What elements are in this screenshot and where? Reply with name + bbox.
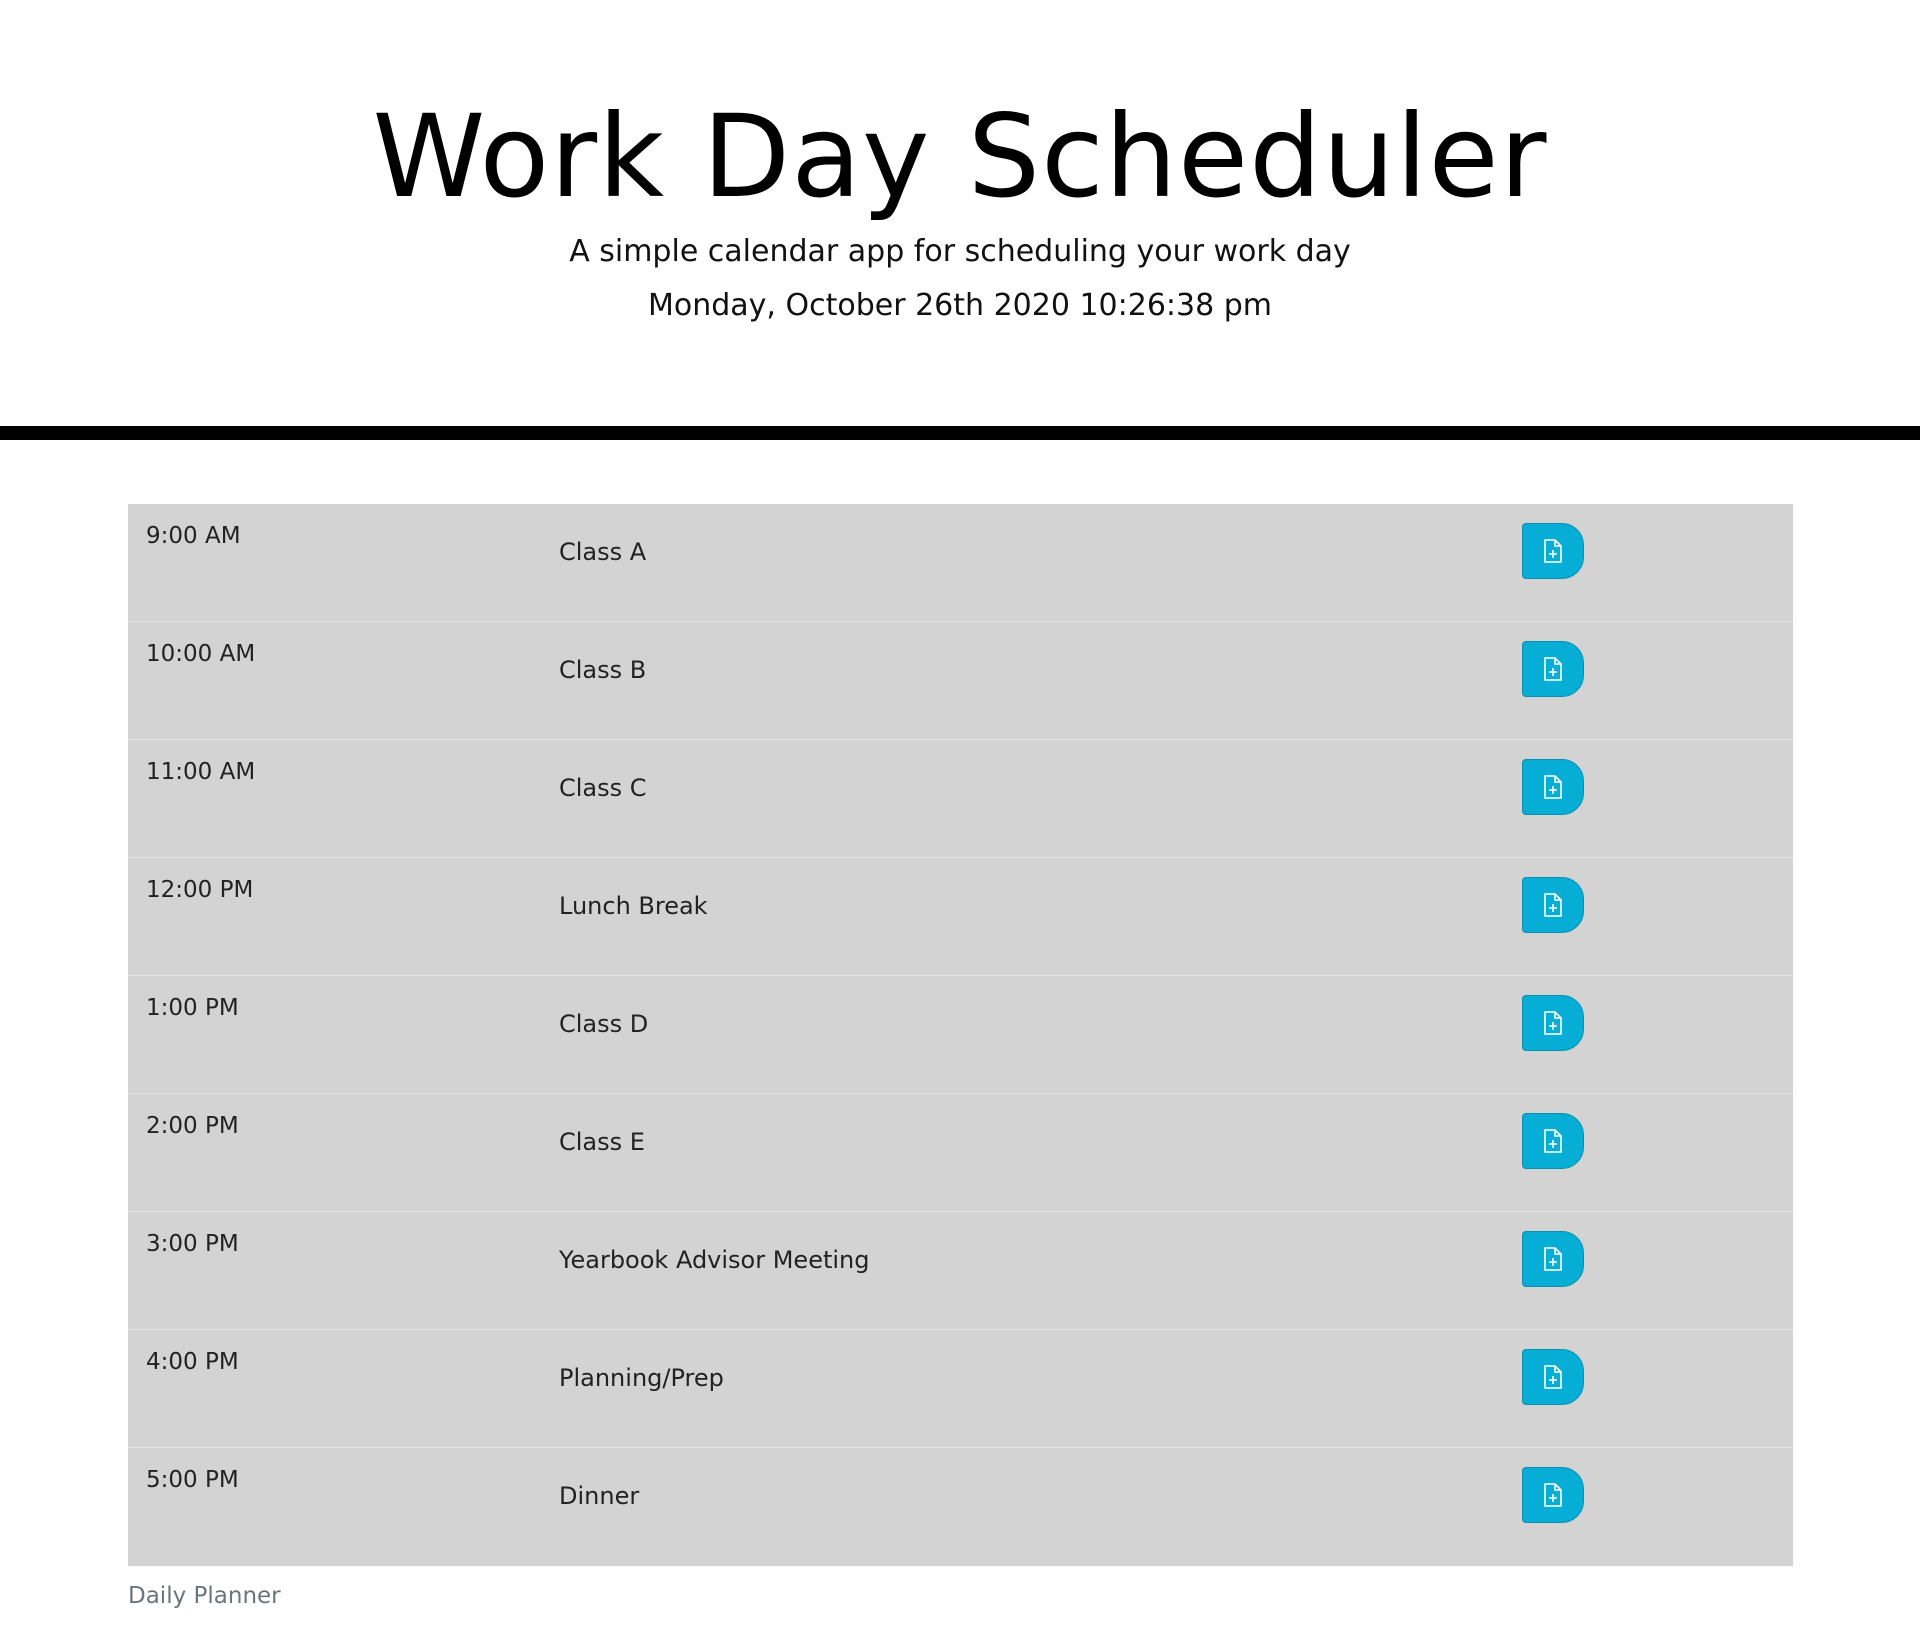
save-button[interactable] <box>1522 1349 1584 1405</box>
event-textarea[interactable]: Class B <box>559 656 1199 684</box>
file-plus-icon <box>1544 1247 1562 1271</box>
file-plus-icon <box>1544 1483 1562 1507</box>
hour-label: 3:00 PM <box>146 1231 239 1257</box>
hour-label: 9:00 AM <box>146 523 241 549</box>
time-block-row: 4:00 PM Planning/Prep <box>128 1330 1793 1448</box>
hour-label: 10:00 AM <box>146 641 256 667</box>
hour-label: 4:00 PM <box>146 1349 239 1375</box>
file-plus-icon <box>1544 893 1562 917</box>
page-title: Work Day Scheduler <box>372 90 1548 223</box>
event-textarea[interactable]: Dinner <box>559 1482 1199 1510</box>
file-plus-icon <box>1544 1365 1562 1389</box>
planner-table: 9:00 AM Class A 10:00 AM Class B 11:00 A… <box>128 504 1793 1566</box>
hour-label: 2:00 PM <box>146 1113 239 1139</box>
save-button[interactable] <box>1522 641 1584 697</box>
event-textarea[interactable]: Class A <box>559 538 1199 566</box>
header: Work Day Scheduler A simple calendar app… <box>0 0 1920 440</box>
event-textarea[interactable]: Lunch Break <box>559 892 1199 920</box>
time-block-row: 1:00 PM Class D <box>128 976 1793 1094</box>
save-button[interactable] <box>1522 1467 1584 1523</box>
save-button[interactable] <box>1522 1113 1584 1169</box>
event-textarea[interactable]: Yearbook Advisor Meeting <box>559 1246 1199 1274</box>
save-button[interactable] <box>1522 877 1584 933</box>
file-plus-icon <box>1544 1129 1562 1153</box>
time-block-row: 11:00 AM Class C <box>128 740 1793 858</box>
current-datetime: Monday, October 26th 2020 10:26:38 pm <box>647 288 1272 323</box>
hour-label: 12:00 PM <box>146 877 254 903</box>
save-button[interactable] <box>1522 523 1584 579</box>
save-button[interactable] <box>1522 1231 1584 1287</box>
file-plus-icon <box>1544 657 1562 681</box>
hour-label: 5:00 PM <box>146 1467 239 1493</box>
file-plus-icon <box>1544 1011 1562 1035</box>
save-button[interactable] <box>1522 995 1584 1051</box>
file-plus-icon <box>1544 539 1562 563</box>
time-block-row: 9:00 AM Class A <box>128 504 1793 622</box>
page-subtitle: A simple calendar app for scheduling you… <box>569 234 1351 269</box>
time-block-row: 5:00 PM Dinner <box>128 1448 1793 1566</box>
time-block-row: 12:00 PM Lunch Break <box>128 858 1793 976</box>
hour-label: 11:00 AM <box>146 759 256 785</box>
event-textarea[interactable]: Class C <box>559 774 1199 802</box>
time-block-row: 10:00 AM Class B <box>128 622 1793 740</box>
event-textarea[interactable]: Class E <box>559 1128 1199 1156</box>
planner-caption: Daily Planner <box>128 1583 281 1609</box>
file-plus-icon <box>1544 775 1562 799</box>
event-textarea[interactable]: Class D <box>559 1010 1199 1038</box>
event-textarea[interactable]: Planning/Prep <box>559 1364 1199 1392</box>
hour-label: 1:00 PM <box>146 995 239 1021</box>
save-button[interactable] <box>1522 759 1584 815</box>
time-block-row: 2:00 PM Class E <box>128 1094 1793 1212</box>
time-block-row: 3:00 PM Yearbook Advisor Meeting <box>128 1212 1793 1330</box>
